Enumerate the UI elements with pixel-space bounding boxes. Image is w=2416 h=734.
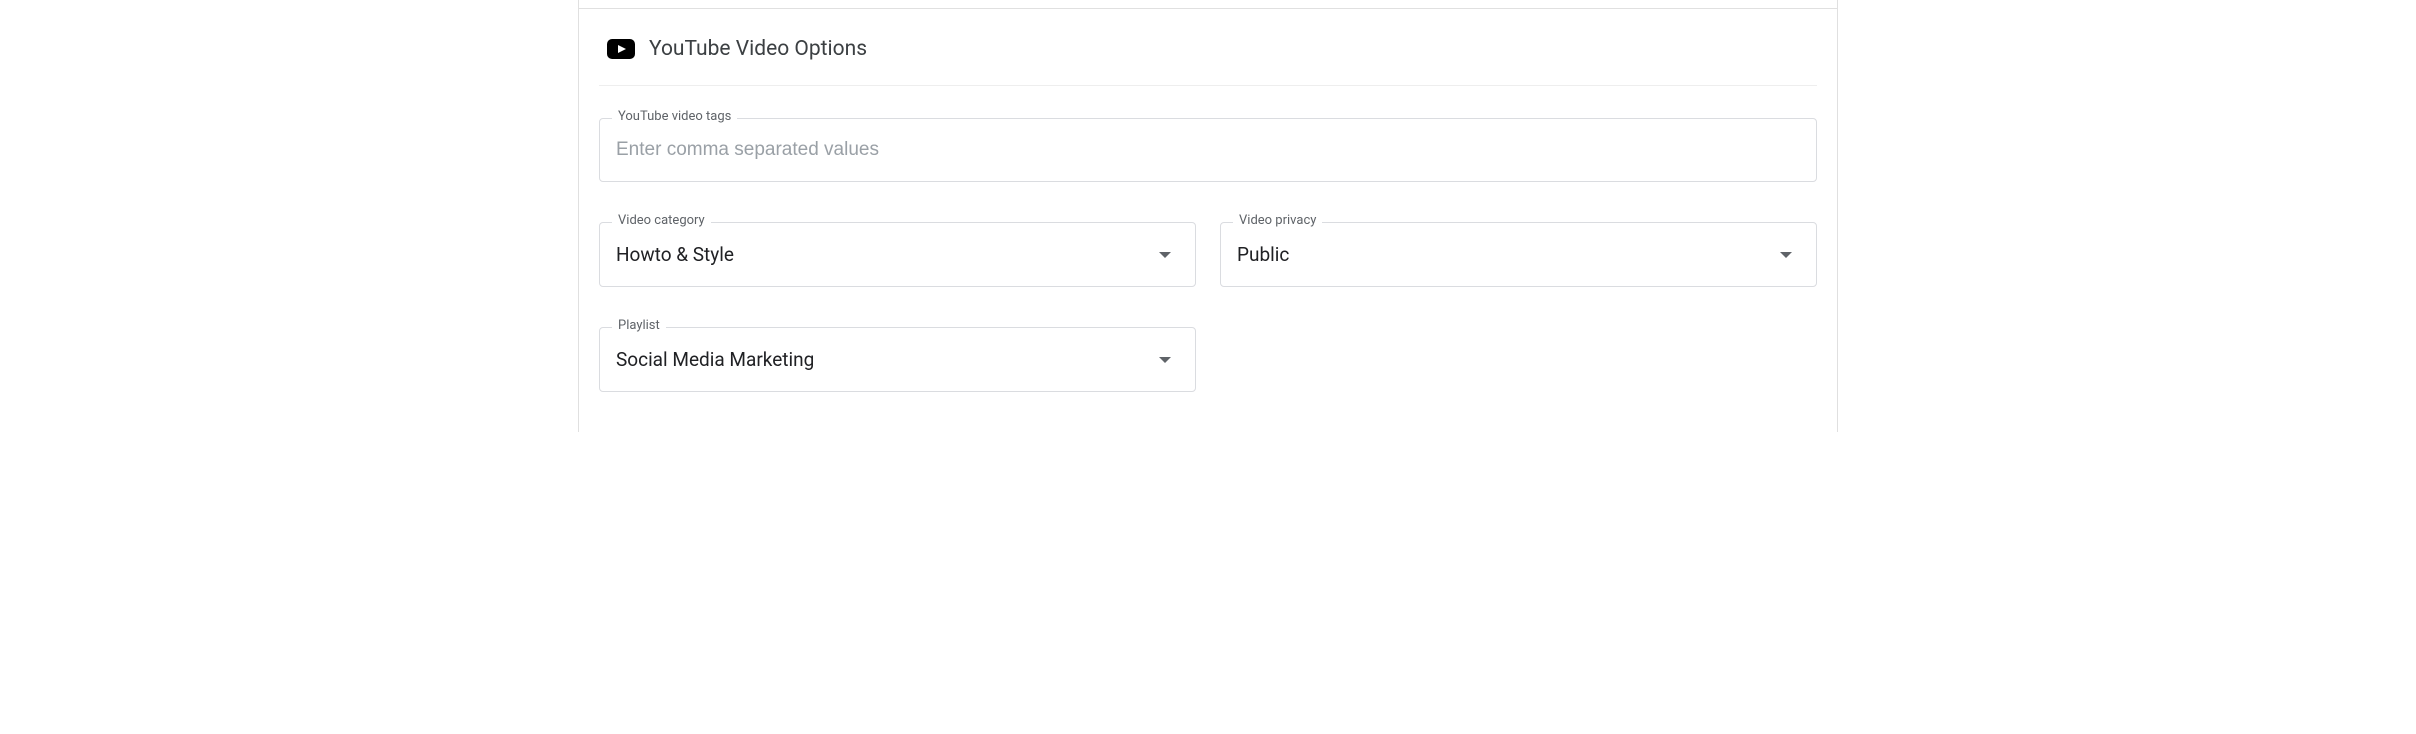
playlist-select[interactable]: Playlist Social Media Marketing — [599, 327, 1196, 392]
section-header: YouTube Video Options — [599, 9, 1817, 86]
category-select[interactable]: Video category Howto & Style — [599, 222, 1196, 287]
chevron-down-icon — [1159, 357, 1171, 363]
tags-input[interactable] — [616, 139, 1800, 161]
category-value: Howto & Style — [616, 243, 734, 266]
playlist-label: Playlist — [612, 318, 666, 333]
privacy-select[interactable]: Video privacy Public — [1220, 222, 1817, 287]
form-area: YouTube video tags Video category Howto … — [579, 86, 1837, 392]
privacy-value: Public — [1237, 243, 1289, 266]
playlist-value: Social Media Marketing — [616, 348, 814, 371]
chevron-down-icon — [1159, 252, 1171, 258]
chevron-down-icon — [1780, 252, 1792, 258]
section-title: YouTube Video Options — [649, 37, 867, 61]
privacy-label: Video privacy — [1233, 213, 1322, 228]
tags-field[interactable]: YouTube video tags — [599, 118, 1817, 182]
youtube-options-panel: YouTube Video Options YouTube video tags… — [578, 0, 1838, 432]
tags-label: YouTube video tags — [612, 109, 737, 124]
category-label: Video category — [612, 213, 711, 228]
youtube-icon — [607, 39, 635, 59]
